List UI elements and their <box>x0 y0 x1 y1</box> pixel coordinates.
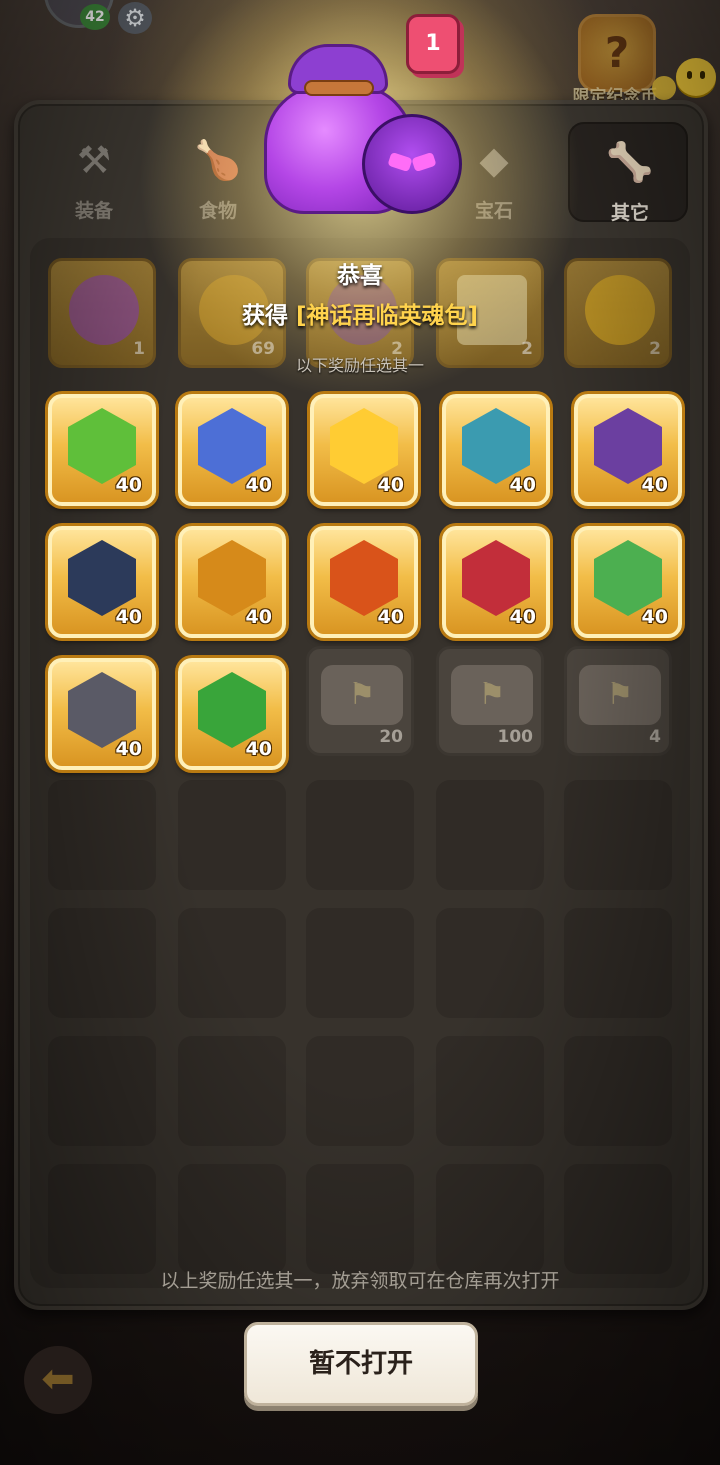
reward-option[interactable]: 40 <box>442 526 550 638</box>
empty-slot <box>306 908 414 1018</box>
reward-option[interactable]: 40 <box>574 394 682 506</box>
item-count: 100 <box>497 727 534 747</box>
spirit-sigil-icon: ⚑ <box>579 665 661 725</box>
bone-icon: 🦴 <box>606 140 654 184</box>
footer-hint: 以上奖励任选其一，放弃领取可在仓库再次打开 <box>160 1270 560 1292</box>
reward-count: 40 <box>115 474 142 496</box>
chat-bubble-small-icon <box>652 76 676 100</box>
item-count: 2 <box>649 339 661 359</box>
item-count: 4 <box>649 727 661 747</box>
green-beast-hero-icon <box>68 408 136 484</box>
bird-hero-icon <box>68 672 136 748</box>
reward-count: 40 <box>115 738 142 760</box>
empty-slot <box>178 1036 286 1146</box>
dark-hair-hero-icon <box>594 408 662 484</box>
item-count: 1 <box>133 339 145 359</box>
tab-other[interactable]: 🦴 其它 <box>568 122 688 224</box>
obtained-line: 获得 [神话再临英魂包] <box>160 296 560 330</box>
green-plant-hero-icon <box>198 672 266 748</box>
inventory-slot[interactable]: ⚑ 20 <box>306 646 414 756</box>
tab-label: 其它 <box>610 202 649 224</box>
reward-count: 40 <box>377 474 404 496</box>
empty-slot <box>564 908 672 1018</box>
sun-face-hero-icon <box>330 408 398 484</box>
reward-count: 40 <box>377 606 404 628</box>
reward-count: 40 <box>509 606 536 628</box>
empty-slot <box>306 1036 414 1146</box>
empty-slot <box>178 1164 286 1274</box>
obtained-prefix: 获得 <box>241 303 288 329</box>
reward-option[interactable]: 40 <box>442 394 550 506</box>
golden-robot-hero-icon <box>198 540 266 616</box>
empty-slot <box>306 1164 414 1274</box>
reward-option[interactable]: 40 <box>48 394 156 506</box>
reward-count: 40 <box>509 474 536 496</box>
event-coin-icon[interactable]: ? <box>578 14 656 92</box>
blue-hair-hero-icon <box>198 408 266 484</box>
whirlwind-hero-icon <box>68 540 136 616</box>
tab-label: 装备 <box>74 200 113 222</box>
reward-option[interactable]: 40 <box>178 394 286 506</box>
level-badge: 42 <box>80 4 110 30</box>
empty-slot <box>564 780 672 890</box>
inventory-slot[interactable]: 2 <box>564 258 672 368</box>
empty-slot <box>178 908 286 1018</box>
inventory-slot[interactable]: 1 <box>48 258 156 368</box>
bag-tie <box>304 80 374 96</box>
fire-cat-hero-icon <box>330 540 398 616</box>
empty-slot <box>48 1164 156 1274</box>
spirit-sigil-icon: ⚑ <box>321 665 403 725</box>
settings-gear-icon[interactable]: ⚙ <box>118 2 152 34</box>
inventory-slot[interactable]: ⚑ 4 <box>564 646 672 756</box>
reward-option[interactable]: 40 <box>310 394 418 506</box>
gem-icon: ◆ <box>479 138 509 182</box>
leaf-spirit-hero-icon <box>594 540 662 616</box>
empty-slot <box>436 1164 544 1274</box>
empty-slot <box>48 780 156 890</box>
empty-slot <box>48 1036 156 1146</box>
empty-slot <box>436 908 544 1018</box>
egg-icon <box>585 275 655 345</box>
quantity-badge: 1 <box>406 14 460 74</box>
empty-slot <box>306 780 414 890</box>
empty-slot <box>436 780 544 890</box>
reward-count: 40 <box>115 606 142 628</box>
chat-bubble-icon <box>676 58 716 96</box>
reward-count: 40 <box>641 474 668 496</box>
spirit-sigil-icon: ⚑ <box>451 665 533 725</box>
reward-count: 40 <box>641 606 668 628</box>
back-arrow-icon[interactable]: ⬅ <box>24 1346 92 1414</box>
choose-hint: 以下奖励任选其一 <box>295 356 424 375</box>
food-icon: 🍗 <box>194 138 242 182</box>
reward-count: 40 <box>245 474 272 496</box>
reward-count: 40 <box>245 606 272 628</box>
not-open-button[interactable]: 暂不打开 <box>244 1322 478 1406</box>
item-count: 20 <box>379 727 403 747</box>
inventory-slot[interactable]: ⚑ 100 <box>436 646 544 756</box>
reward-option[interactable]: 40 <box>574 526 682 638</box>
empty-slot <box>48 908 156 1018</box>
reward-option[interactable]: 40 <box>48 658 156 770</box>
crystal-warrior-hero-icon <box>462 540 530 616</box>
reward-option[interactable]: 40 <box>310 526 418 638</box>
empty-slot <box>436 1036 544 1146</box>
reward-option[interactable]: 40 <box>178 526 286 638</box>
congrats-title: 恭喜 <box>337 263 383 289</box>
ghost-spirit-icon <box>362 114 462 214</box>
reward-option[interactable]: 40 <box>48 526 156 638</box>
spirit-pack-icon <box>69 275 139 345</box>
reward-option[interactable]: 40 <box>178 658 286 770</box>
reward-count: 40 <box>245 738 272 760</box>
item-count: 2 <box>521 339 533 359</box>
empty-slot <box>178 780 286 890</box>
empty-slot <box>564 1036 672 1146</box>
obtained-item-name: [神话再临英魂包] <box>295 303 479 329</box>
equipment-icon: ⚒ <box>76 138 112 182</box>
empty-slot <box>564 1164 672 1274</box>
armored-robot-hero-icon <box>462 408 530 484</box>
tab-equipment[interactable]: ⚒ 装备 <box>34 122 154 222</box>
